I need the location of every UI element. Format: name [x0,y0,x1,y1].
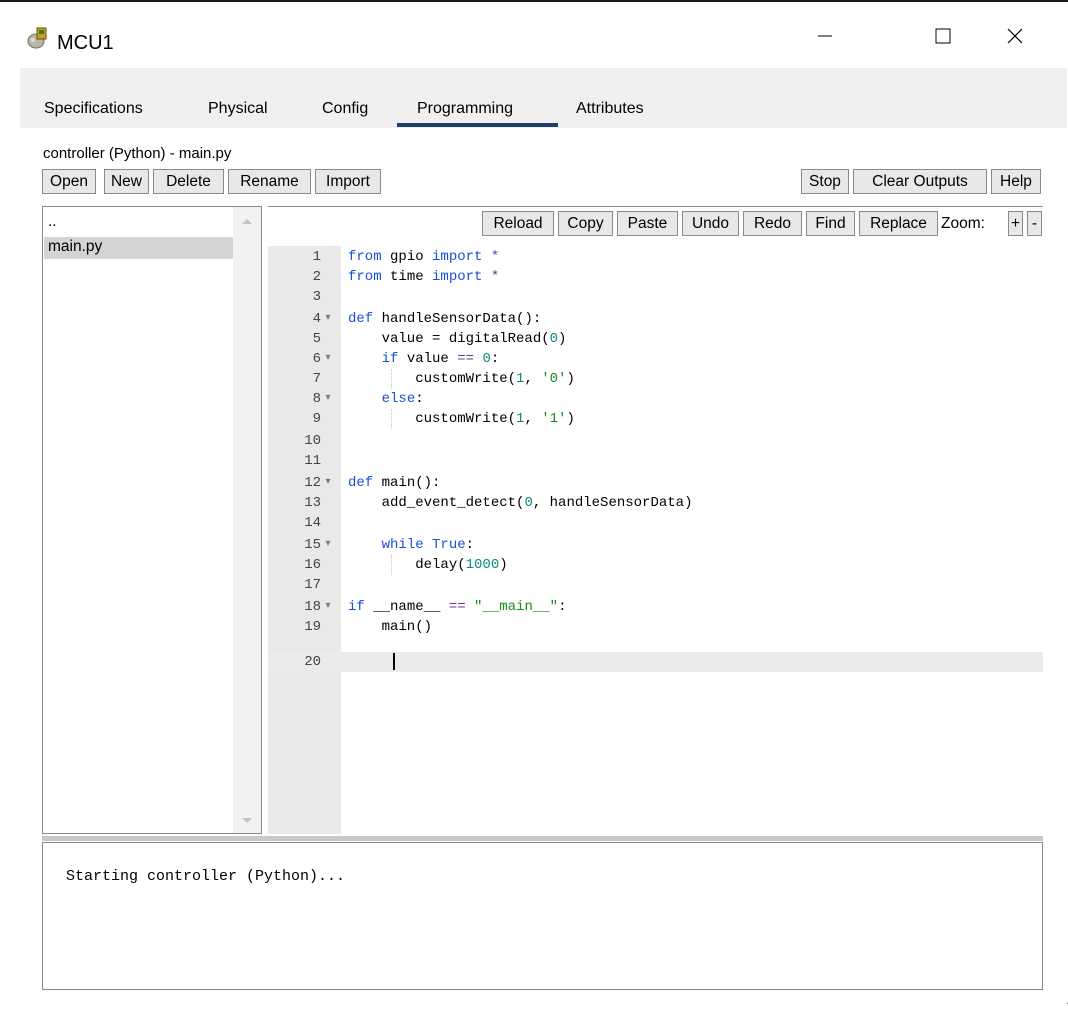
close-button[interactable] [985,10,1045,66]
title-bar: MCU1 [0,2,1068,66]
code-line: 17 [304,577,321,593]
code-line: 15 ▾ while True: [304,535,475,555]
indent-guide [391,369,392,389]
close-icon [1006,27,1024,50]
output-console[interactable]: Starting controller (Python)... [42,842,1068,1005]
code-line-text: delay(1000) [348,557,508,573]
code-line: 5 value = digitalRead(0) [312,331,567,347]
code-line-text: add_event_detect(0, handleSensorData) [348,495,693,511]
code-line: 19 main() [304,619,433,635]
mcu-device-icon [26,27,50,51]
fold-arrow-icon[interactable]: ▾ [322,309,334,329]
code-line-active: 20 [268,652,1043,672]
code-line-text: customWrite(1, '0') [348,371,575,387]
code-line: 11 [304,453,321,469]
code-line: 6 ▾ if value == 0: [312,349,500,369]
controller-label: controller (Python) - main.py [43,145,232,162]
code-line-text: def handleSensorData(): [348,311,542,327]
resize-grip-icon[interactable] [1029,976,1068,1005]
minimize-icon [816,27,834,50]
undo-button[interactable]: Undo [682,211,739,236]
delete-button[interactable]: Delete [153,169,224,194]
tab-specifications[interactable]: Specifications [44,94,143,126]
code-line-text: from gpio import * [348,249,500,265]
copy-button[interactable]: Copy [558,211,613,236]
code-line: 14 [304,515,321,531]
fold-arrow-icon[interactable]: ▾ [322,597,334,617]
text-cursor [393,653,395,670]
code-line-text: from time import * [348,269,500,285]
code-line: 2 from time import * [312,269,500,285]
import-button[interactable]: Import [315,169,381,194]
code-line-text: main() [348,619,433,635]
scroll-down-arrow-icon[interactable] [242,818,252,823]
zoom-in-button[interactable]: + [1008,211,1023,236]
tab-physical[interactable]: Physical [208,94,268,126]
open-button[interactable]: Open [42,169,96,194]
reload-button[interactable]: Reload [482,211,554,236]
maximize-icon [934,27,952,50]
code-line: 8 ▾ else: [312,389,424,409]
tab-config[interactable]: Config [322,94,368,126]
tab-attributes[interactable]: Attributes [576,94,644,126]
tab-strip: Specifications Physical Config Programmi… [20,94,675,128]
code-line: 1 from gpio import * [312,249,500,265]
window-title: MCU1 [57,32,114,54]
minimize-button[interactable] [795,10,855,66]
code-line-text: def main(): [348,475,441,491]
replace-button[interactable]: Replace [859,211,938,236]
find-button[interactable]: Find [806,211,855,236]
fold-arrow-icon[interactable]: ▾ [322,535,334,555]
file-list-item-parent[interactable]: .. [44,212,234,234]
code-line: 7 customWrite(1, '0') [312,371,575,387]
code-line-text: else: [381,391,424,407]
fold-arrow-icon[interactable]: ▾ [322,349,334,369]
code-line-text: if __name__ == "__main__": [348,599,567,615]
code-line: 16 delay(1000) [304,557,508,573]
code-line: 13 add_event_detect(0, handleSensorData) [304,495,693,511]
redo-button[interactable]: Redo [743,211,802,236]
code-line: 10 [304,433,321,449]
stop-button[interactable]: Stop [801,169,849,194]
maximize-button[interactable] [913,10,973,66]
code-line: 3 [312,289,321,305]
rename-button[interactable]: Rename [228,169,311,194]
tab-programming[interactable]: Programming [417,94,513,126]
code-line-text: while True: [381,537,475,553]
active-tab-indicator [397,123,558,127]
code-line: 9 customWrite(1, '1') [312,411,575,427]
help-button[interactable]: Help [991,169,1041,194]
zoom-out-button[interactable]: - [1027,211,1042,236]
code-line: 18 ▾ if __name__ == "__main__": [304,597,567,617]
file-list: .. main.py [42,206,262,834]
new-button[interactable]: New [104,169,149,194]
scroll-up-arrow-icon[interactable] [242,219,252,224]
output-text: Starting controller (Python)... [66,868,346,885]
clear-outputs-button[interactable]: Clear Outputs [853,169,987,194]
output-splitter[interactable] [42,836,1043,841]
code-line: 4 ▾ def handleSensorData(): [312,309,542,329]
file-list-item-main-py[interactable]: main.py [44,237,234,259]
code-line-text: if value == 0: [381,351,500,367]
fold-arrow-icon[interactable]: ▾ [322,389,334,409]
file-list-scrollbar[interactable] [233,207,261,833]
paste-button[interactable]: Paste [617,211,678,236]
indent-guide [391,409,392,429]
indent-guide [391,555,392,575]
code-line-text: value = digitalRead(0) [348,331,567,347]
zoom-label: Zoom: [941,215,985,232]
code-line: 12 ▾ def main(): [304,473,441,493]
fold-arrow-icon[interactable]: ▾ [322,473,334,493]
code-line-text: customWrite(1, '1') [348,411,575,427]
